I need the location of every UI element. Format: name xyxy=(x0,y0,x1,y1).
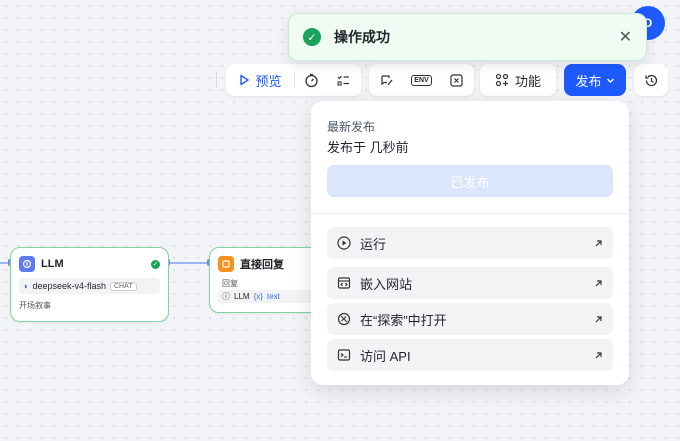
open-in-explore-button[interactable]: 在“探索”中打开 xyxy=(327,303,613,335)
toast-message: 操作成功 xyxy=(334,29,390,45)
llm-node[interactable]: LLM ✓ ◗ deepseek-v4-flash CHAT 开场叙事 xyxy=(10,247,169,322)
var-name: text xyxy=(266,292,280,301)
publish-panel: 最新发布 发布于 几秒前 已发布 运行 嵌入网站 在“探索”中打开 访问 API xyxy=(311,101,629,385)
var-type: {x} xyxy=(253,292,263,301)
arrow-up-right-icon xyxy=(594,312,603,327)
publish-time: 发布于 几秒前 xyxy=(327,140,409,155)
play-icon xyxy=(238,74,250,86)
arrow-up-right-icon xyxy=(594,236,603,251)
action-label: 在“探索”中打开 xyxy=(360,312,447,328)
run-toolbar-group: 预览 xyxy=(226,64,361,96)
published-label: 已发布 xyxy=(450,174,490,190)
publish-button[interactable]: 发布 xyxy=(564,64,626,96)
answer-icon xyxy=(218,256,234,272)
panel-subtitle: 最新发布 xyxy=(327,120,376,134)
history-icon xyxy=(644,73,659,88)
variables-button[interactable] xyxy=(442,64,472,96)
feature-button[interactable]: 功能 xyxy=(480,64,556,96)
env-icon: ENV xyxy=(411,74,432,86)
model-name: deepseek-v4-flash xyxy=(32,281,106,291)
close-icon[interactable]: ✕ xyxy=(619,27,632,47)
success-check-icon: ✓ xyxy=(151,259,160,269)
action-label: 访问 API xyxy=(360,348,411,364)
connector-llm-answer xyxy=(168,262,210,264)
var-source: LLM xyxy=(234,292,250,301)
chat-edit-icon xyxy=(379,73,394,88)
preview-button[interactable]: 预览 xyxy=(226,64,294,96)
version-history-button[interactable] xyxy=(634,64,668,96)
arrow-up-right-icon xyxy=(594,348,603,363)
stopwatch-icon xyxy=(304,73,319,88)
arrow-up-right-icon xyxy=(594,276,603,291)
variable-x-icon xyxy=(449,73,464,88)
run-history-button[interactable] xyxy=(295,64,327,96)
llm-icon xyxy=(19,256,35,272)
node-title: 直接回复 xyxy=(240,259,284,271)
env-vars-button[interactable]: ENV xyxy=(407,64,437,96)
compass-icon xyxy=(337,312,351,326)
chevron-down-icon xyxy=(606,73,615,88)
deepseek-whale-icon: ◗ xyxy=(23,281,29,291)
model-mode-tag: CHAT xyxy=(109,281,137,291)
success-check-icon: ✓ xyxy=(303,28,321,46)
conversation-vars-button[interactable] xyxy=(372,64,402,96)
run-app-button[interactable]: 运行 xyxy=(327,227,613,259)
checklist-button[interactable] xyxy=(327,64,359,96)
node-title: LLM xyxy=(41,258,64,270)
terminal-icon xyxy=(337,348,351,362)
toolbar-divider xyxy=(216,72,217,88)
env-label: ENV xyxy=(414,76,429,84)
embed-website-button[interactable]: 嵌入网站 xyxy=(327,267,613,299)
published-button[interactable]: 已发布 xyxy=(327,165,613,197)
model-selector[interactable]: ◗ deepseek-v4-flash CHAT xyxy=(19,278,160,294)
feature-label: 功能 xyxy=(514,73,541,89)
preview-label: 预览 xyxy=(255,73,282,89)
node-description: 开场叙事 xyxy=(19,301,51,310)
action-label: 嵌入网站 xyxy=(360,276,413,292)
feature-grid-icon xyxy=(495,73,509,87)
success-toast: ✓ 操作成功 ✕ xyxy=(288,13,647,61)
debug-toolbar-group: ENV xyxy=(369,64,474,96)
embed-window-icon xyxy=(337,276,351,290)
llm-small-icon: ⓘ xyxy=(222,292,230,301)
access-api-button[interactable]: 访问 API xyxy=(327,339,613,371)
action-label: 运行 xyxy=(360,236,387,252)
checklist-icon xyxy=(336,73,351,88)
play-circle-icon xyxy=(337,236,351,250)
panel-divider xyxy=(311,213,629,214)
publish-label: 发布 xyxy=(575,73,602,89)
